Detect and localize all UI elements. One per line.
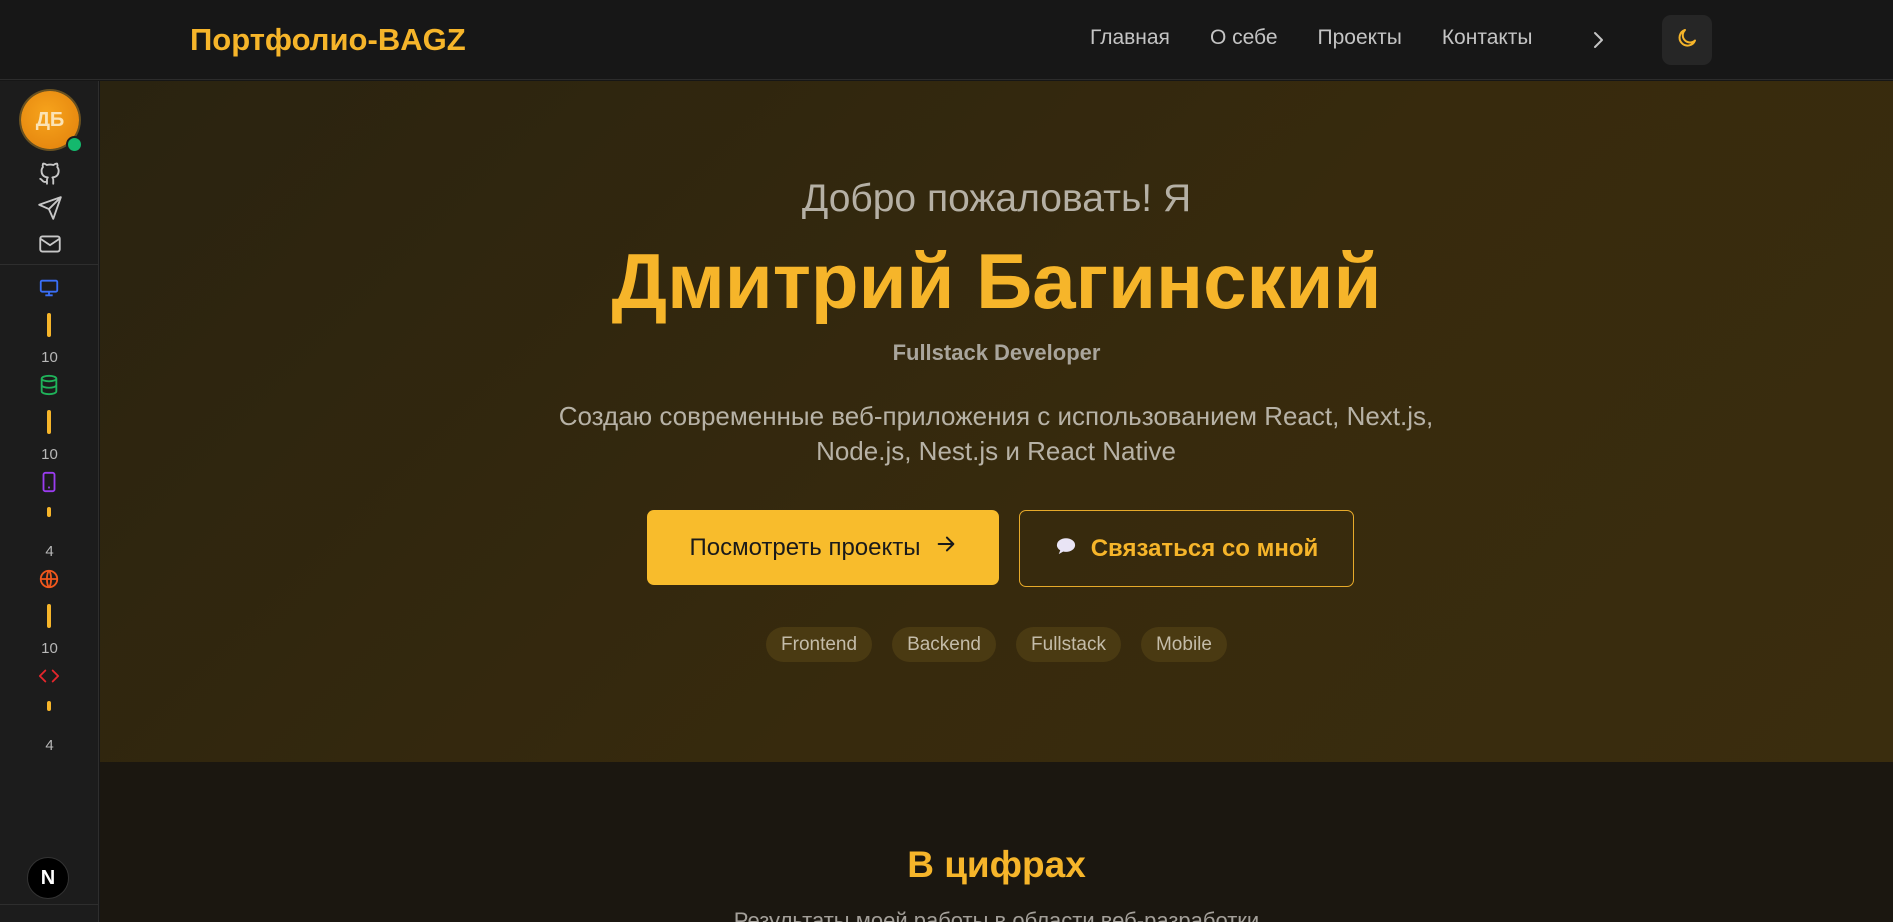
online-status-dot [66,136,83,153]
skill-level-bar [47,313,51,337]
skill-count: 10 [41,446,58,463]
globe-icon [38,568,60,590]
skill-count: 4 [45,737,54,754]
top-navbar: Портфолио-BAGZ Главная О себе Проекты Ко… [0,0,1893,80]
telegram-icon[interactable] [37,195,63,221]
hero-role: Fullstack Developer [892,340,1101,365]
skill-level-bar [47,604,51,628]
sidebar: ДБ 10 10 4 10 4 N [0,81,99,922]
nav-item-home[interactable]: Главная [1090,26,1170,50]
main-nav: Главная О себе Проекты Контакты [1090,26,1533,50]
skill-level-bar [47,410,51,434]
tag-frontend: Frontend [766,627,873,662]
view-projects-button[interactable]: Посмотреть проекты [647,510,999,585]
hero-description: Создаю современные веб-приложения с испо… [558,401,1434,466]
contact-me-button[interactable]: Связаться со мной [1019,510,1354,587]
nav-item-projects[interactable]: Проекты [1318,26,1402,50]
database-icon [38,374,60,396]
stats-subtitle: Результаты моей работы в области веб-раз… [733,908,1260,922]
view-projects-label: Посмотреть проекты [689,533,921,561]
tag-fullstack: Fullstack [1016,627,1121,662]
chevron-right-icon[interactable] [1588,26,1610,54]
nav-item-contacts[interactable]: Контакты [1442,26,1533,50]
tag-backend: Backend [892,627,997,662]
speech-bubble-icon [1055,535,1077,563]
github-icon[interactable] [37,161,63,187]
stats-section: В цифрах Результаты моей работы в област… [100,762,1893,922]
nextjs-badge[interactable]: N [27,857,69,899]
skill-level-bar [47,507,51,517]
sidebar-divider [0,904,99,905]
nav-item-about[interactable]: О себе [1210,26,1278,50]
contact-me-label: Связаться со мной [1090,534,1319,562]
tag-mobile: Mobile [1140,627,1227,662]
moon-icon [1675,26,1699,55]
mail-icon[interactable] [37,231,63,257]
sidebar-divider [0,264,99,265]
tag-list: Frontend Backend Fullstack Mobile [100,627,1893,662]
skill-count: 10 [41,349,58,366]
hero-name: Дмитрий Багинский [611,237,1382,325]
hero-greeting: Добро пожаловать! Я [801,177,1192,220]
arrow-right-icon [935,533,957,562]
theme-toggle-button[interactable] [1662,15,1712,65]
smartphone-icon [38,471,60,493]
skill-count: 10 [41,640,58,657]
monitor-icon [38,277,60,299]
skill-count: 4 [45,543,54,560]
skill-level-bar [47,701,51,711]
hero-section: Добро пожаловать! Я Дмитрий Багинский Fu… [100,81,1893,762]
code-icon [38,665,60,687]
stats-title: В цифрах [907,844,1086,885]
brand-logo[interactable]: Портфолио-BAGZ [190,22,466,58]
